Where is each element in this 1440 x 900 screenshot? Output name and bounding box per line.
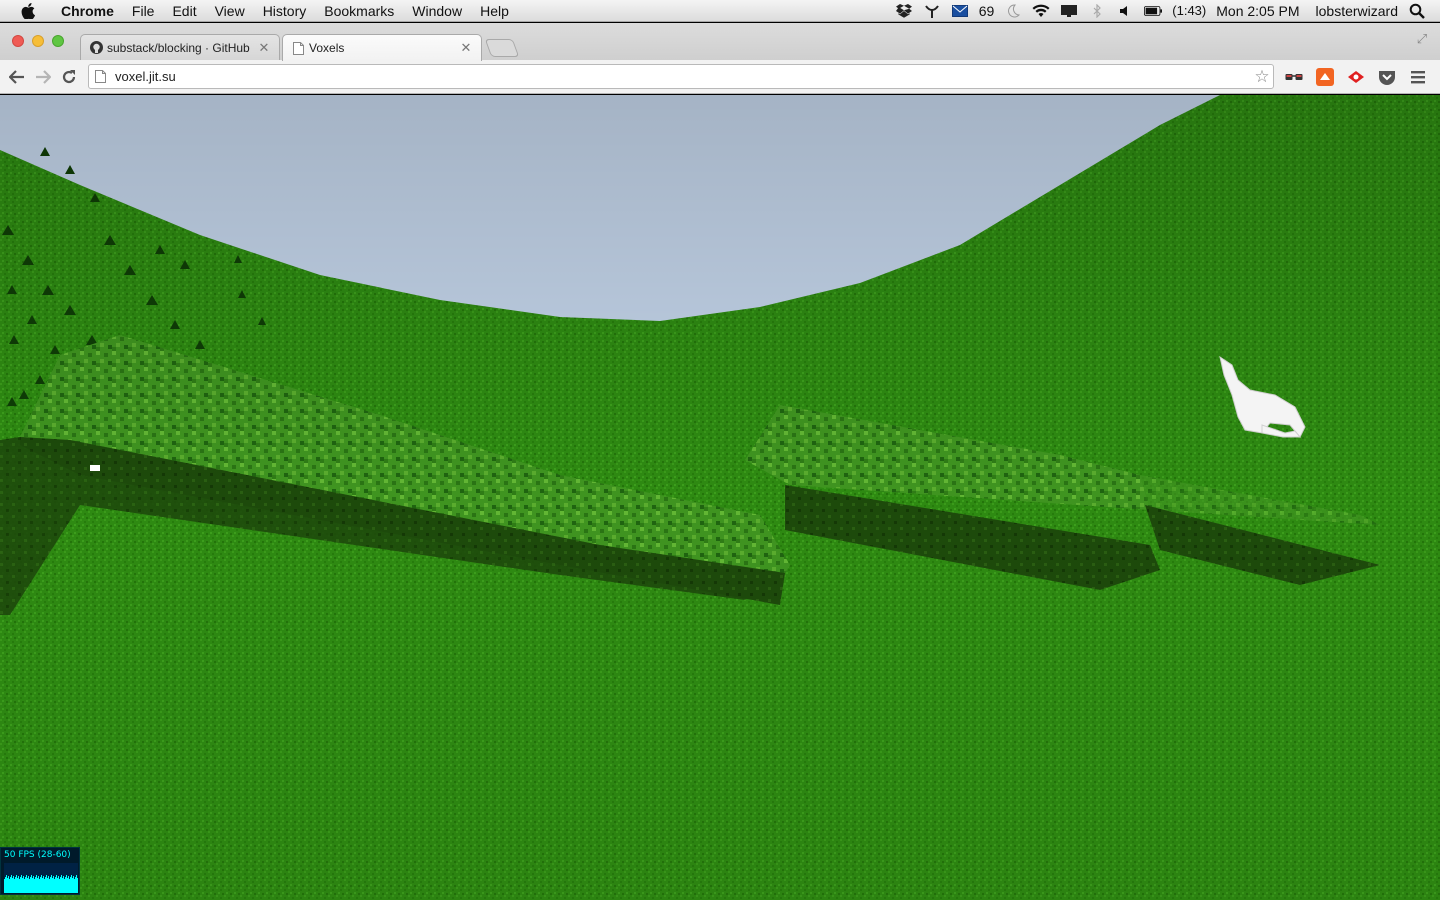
- tab-voxels[interactable]: Voxels ✕: [282, 34, 482, 61]
- mail-count: 69: [978, 2, 995, 19]
- help-menu[interactable]: Help: [471, 0, 518, 22]
- minimize-window-button[interactable]: [32, 35, 44, 47]
- zoom-window-button[interactable]: [52, 35, 64, 47]
- wifi-icon[interactable]: [1032, 2, 1050, 20]
- browser-toolbar: voxel.jit.su ☆: [0, 60, 1440, 94]
- edit-menu[interactable]: Edit: [163, 0, 205, 22]
- display-icon[interactable]: [1060, 2, 1078, 20]
- antenna-icon[interactable]: [923, 2, 941, 20]
- page-icon: [291, 41, 305, 55]
- pocket-icon[interactable]: [1376, 66, 1398, 88]
- tab-title: substack/blocking · GitHub: [107, 40, 250, 55]
- mail-icon[interactable]: [951, 2, 969, 20]
- status-area: 69 (1:43) Mon 2:05 PM lobsterwizard: [895, 2, 1440, 20]
- fps-label: 50 FPS (28-60): [4, 850, 71, 860]
- url-text[interactable]: voxel.jit.su: [115, 69, 1251, 84]
- glasses-extension-icon[interactable]: [1283, 66, 1305, 88]
- small-item: [90, 465, 100, 471]
- address-bar[interactable]: voxel.jit.su ☆: [88, 64, 1274, 89]
- forward-arrow-icon: [36, 69, 51, 84]
- github-icon: [89, 41, 103, 55]
- window-menu[interactable]: Window: [403, 0, 471, 22]
- fps-graph-bar: [77, 878, 78, 893]
- moon-icon[interactable]: [1004, 2, 1022, 20]
- voxel-world[interactable]: [0, 95, 1440, 900]
- battery-icon[interactable]: [1144, 2, 1163, 20]
- tab-strip: substack/blocking · GitHub ✕ Voxels ✕ ⤢: [0, 23, 1440, 61]
- bookmark-star-icon[interactable]: ☆: [1251, 67, 1273, 87]
- tab-github[interactable]: substack/blocking · GitHub ✕: [80, 34, 280, 60]
- bluetooth-icon[interactable]: [1088, 2, 1106, 20]
- red-extension-icon[interactable]: [1345, 66, 1367, 88]
- volume-icon[interactable]: [1116, 2, 1134, 20]
- close-window-button[interactable]: [12, 35, 24, 47]
- bookmarks-menu[interactable]: Bookmarks: [315, 0, 403, 22]
- new-tab-button[interactable]: [484, 39, 520, 57]
- user-name[interactable]: lobsterwizard: [1316, 3, 1398, 19]
- spotlight-search-icon[interactable]: [1408, 2, 1426, 20]
- ground-shading: [0, 95, 1440, 900]
- fullscreen-icon[interactable]: ⤢: [1414, 31, 1430, 47]
- clock[interactable]: Mon 2:05 PM: [1216, 3, 1299, 19]
- menu-bar: Chrome File Edit View History Bookmarks …: [0, 0, 1440, 22]
- dropbox-icon[interactable]: [895, 2, 913, 20]
- tab-title: Voxels: [309, 41, 345, 55]
- fps-meter: 50 FPS (28-60): [0, 847, 80, 895]
- back-button[interactable]: [4, 64, 30, 90]
- forward-button[interactable]: [30, 64, 56, 90]
- apple-menu-icon[interactable]: [18, 2, 38, 19]
- reload-button[interactable]: [56, 64, 82, 90]
- back-arrow-icon: [9, 69, 24, 84]
- history-menu[interactable]: History: [254, 0, 316, 22]
- close-tab-icon[interactable]: ✕: [459, 40, 473, 56]
- file-menu[interactable]: File: [123, 0, 164, 22]
- chrome-menu-icon[interactable]: [1407, 66, 1429, 88]
- fps-graph: [4, 863, 78, 893]
- orange-extension-icon[interactable]: [1314, 66, 1336, 88]
- game-viewport[interactable]: 50 FPS (28-60): [0, 95, 1440, 900]
- view-menu[interactable]: View: [206, 0, 254, 22]
- reload-icon: [62, 69, 76, 83]
- battery-time: (1:43): [1172, 3, 1207, 18]
- app-menu[interactable]: Chrome: [52, 0, 123, 22]
- close-tab-icon[interactable]: ✕: [257, 40, 271, 56]
- page-icon: [95, 70, 109, 84]
